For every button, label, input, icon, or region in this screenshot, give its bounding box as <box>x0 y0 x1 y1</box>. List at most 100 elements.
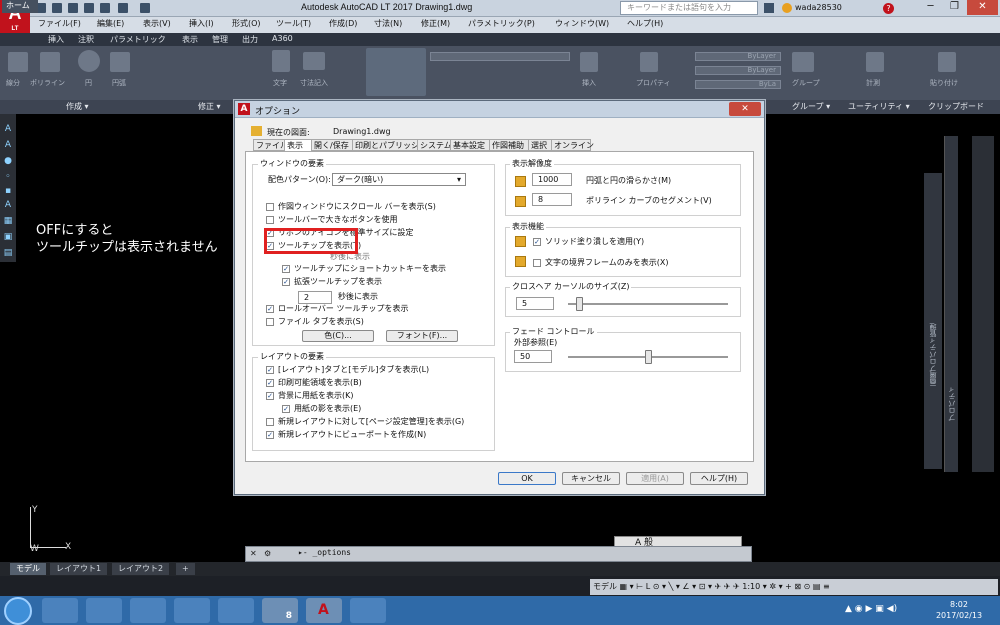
menu-format[interactable]: 形式(O) <box>232 18 261 29</box>
undo-icon[interactable] <box>118 3 128 13</box>
wrench-icon[interactable]: ⚙ <box>264 549 271 558</box>
tab-online[interactable]: オンライン <box>551 139 594 151</box>
restore-button[interactable]: ❐ <box>943 0 966 15</box>
start-button[interactable] <box>4 597 32 625</box>
polyline-segments-input[interactable]: 8 <box>532 193 572 206</box>
layout-model-tabs-checkbox[interactable]: ✓ <box>266 366 274 374</box>
menu-window[interactable]: ウィンドウ(W) <box>555 18 609 29</box>
dialog-title-bar[interactable] <box>235 101 764 118</box>
search-input[interactable]: キーワードまたは語句を入力 <box>620 1 758 15</box>
extended-tooltip-delay-input[interactable]: 2 <box>298 291 332 304</box>
menu-help[interactable]: ヘルプ(H) <box>627 18 663 29</box>
color-scheme-select[interactable]: ダーク(暗い) ▾ <box>332 173 466 186</box>
line-tool-icon[interactable] <box>8 52 28 72</box>
large-buttons-checkbox[interactable] <box>266 216 274 224</box>
style-icon[interactable]: A <box>3 200 13 210</box>
extended-tooltip-checkbox[interactable]: ✓ <box>282 278 290 286</box>
media-player-icon[interactable] <box>42 598 78 623</box>
tab-plot-publish[interactable]: 印刷とパブリッシュ <box>352 139 427 151</box>
page-setup-manager-checkbox[interactable] <box>266 418 274 426</box>
menu-tools[interactable]: ツール(T) <box>276 18 311 29</box>
properties-palette[interactable]: プロパティ <box>944 136 958 472</box>
tab-add[interactable]: + <box>176 563 195 575</box>
paint-icon[interactable] <box>350 598 386 623</box>
panel-modify[interactable]: 修正 ▾ <box>198 101 221 112</box>
autocad-taskbar-icon[interactable]: A <box>306 598 342 623</box>
colors-button[interactable]: 色(C)... <box>302 330 374 342</box>
scrollbar-checkbox[interactable] <box>266 203 274 211</box>
explorer-icon[interactable] <box>130 598 166 623</box>
text-icon[interactable]: A <box>3 124 13 134</box>
tab-files[interactable]: ファイル <box>253 139 288 151</box>
command-text[interactable]: ▸- _options <box>298 548 351 557</box>
paintshop-icon[interactable]: 8 <box>262 598 298 623</box>
panel-clipboard[interactable]: クリップボード <box>928 101 984 112</box>
user-icon[interactable] <box>782 3 792 13</box>
cancel-button[interactable]: キャンセル <box>562 472 620 485</box>
properties-icon[interactable] <box>640 52 658 72</box>
circle-tool-icon[interactable] <box>78 50 100 72</box>
search-icon[interactable] <box>764 3 774 13</box>
mtext-icon[interactable]: A <box>3 140 13 150</box>
menu-file[interactable]: ファイル(F) <box>38 18 81 29</box>
dimension-tool-icon[interactable] <box>303 52 325 70</box>
ribbon-tab-insert[interactable]: 挿入 <box>48 34 64 45</box>
help-button[interactable]: ヘルプ(H) <box>690 472 748 485</box>
panel-group[interactable]: グループ ▾ <box>792 101 830 112</box>
scale-icon[interactable]: ▤ <box>3 248 13 258</box>
redo-icon[interactable] <box>140 3 150 13</box>
menu-edit[interactable]: 編集(E) <box>97 18 124 29</box>
layer-dropdown[interactable] <box>430 52 570 61</box>
insert-block-icon[interactable] <box>580 52 598 72</box>
ribbon-tab-manage[interactable]: 管理 <box>212 34 228 45</box>
xref-fade-slider-thumb[interactable] <box>644 350 652 364</box>
find-icon[interactable]: ● <box>3 156 13 166</box>
text-tool-icon[interactable] <box>272 50 290 72</box>
panel-utilities[interactable]: ユーティリティ ▾ <box>848 101 910 112</box>
ribbon-tab-output[interactable]: 出力 <box>242 34 258 45</box>
menu-insert[interactable]: 挿入(I) <box>189 18 214 29</box>
crosshair-slider-thumb[interactable] <box>575 297 583 311</box>
save-as-icon[interactable] <box>84 3 94 13</box>
help-icon[interactable]: ? <box>883 3 894 14</box>
user-name[interactable]: wada28530 <box>795 3 842 12</box>
layer-properties-button[interactable] <box>366 48 426 96</box>
tab-selection[interactable]: 選択 <box>528 139 552 151</box>
lineweight-dropdown[interactable]: ByLa <box>695 80 781 89</box>
ribbon-tab-a360[interactable]: A360 <box>272 34 293 43</box>
save-icon[interactable] <box>68 3 78 13</box>
measure-icon[interactable] <box>866 52 884 72</box>
printable-area-checkbox[interactable]: ✓ <box>266 379 274 387</box>
field-icon[interactable]: ▣ <box>3 232 13 242</box>
rollover-tooltip-checkbox[interactable]: ✓ <box>266 305 274 313</box>
menu-dimension[interactable]: 寸法(N) <box>374 18 402 29</box>
tab-layout2[interactable]: レイアウト2 <box>112 563 170 575</box>
ribbon-tab-annotate[interactable]: 注釈 <box>78 34 94 45</box>
tab-user-preferences[interactable]: 基本設定 <box>450 139 490 151</box>
open-icon[interactable] <box>52 3 62 13</box>
minimize-button[interactable]: ─ <box>919 0 942 15</box>
crosshair-size-input[interactable]: 5 <box>516 297 554 310</box>
paper-background-checkbox[interactable]: ✓ <box>266 392 274 400</box>
apply-button[interactable]: 適用(A) <box>626 472 684 485</box>
abc-icon[interactable]: ▪ <box>3 186 13 196</box>
xref-fade-input[interactable]: 50 <box>514 350 552 363</box>
menu-draw[interactable]: 作成(D) <box>329 18 357 29</box>
status-tools[interactable]: モデル ▦ ▾ ⊢ L ⊙ ▾ ╲ ▾ ∠ ▾ ⊡ ▾ ✈ ✈ ✈ 1:10 ▾… <box>590 579 998 595</box>
linetype-dropdown[interactable]: ByLayer <box>695 66 781 75</box>
paste-icon[interactable] <box>938 52 956 72</box>
ribbon-tab-home[interactable]: ホーム <box>2 0 38 13</box>
spell-icon[interactable]: ◦ <box>3 172 13 182</box>
arc-smoothness-input[interactable]: 1000 <box>532 173 572 186</box>
ribbon-tab-parametric[interactable]: パラメトリック <box>110 34 166 45</box>
text-frame-checkbox[interactable] <box>533 259 541 267</box>
file-tabs-checkbox[interactable] <box>266 318 274 326</box>
panel-draw[interactable]: 作成 ▾ <box>66 101 89 112</box>
create-viewport-checkbox[interactable]: ✓ <box>266 431 274 439</box>
ribbon-tab-view[interactable]: 表示 <box>182 34 198 45</box>
chrome-icon[interactable] <box>174 598 210 623</box>
menu-parametric[interactable]: パラメトリック(P) <box>468 18 535 29</box>
crosshair-slider-track[interactable] <box>568 303 728 305</box>
group-icon[interactable] <box>792 52 814 72</box>
tooltip-shortcut-checkbox[interactable]: ✓ <box>282 265 290 273</box>
